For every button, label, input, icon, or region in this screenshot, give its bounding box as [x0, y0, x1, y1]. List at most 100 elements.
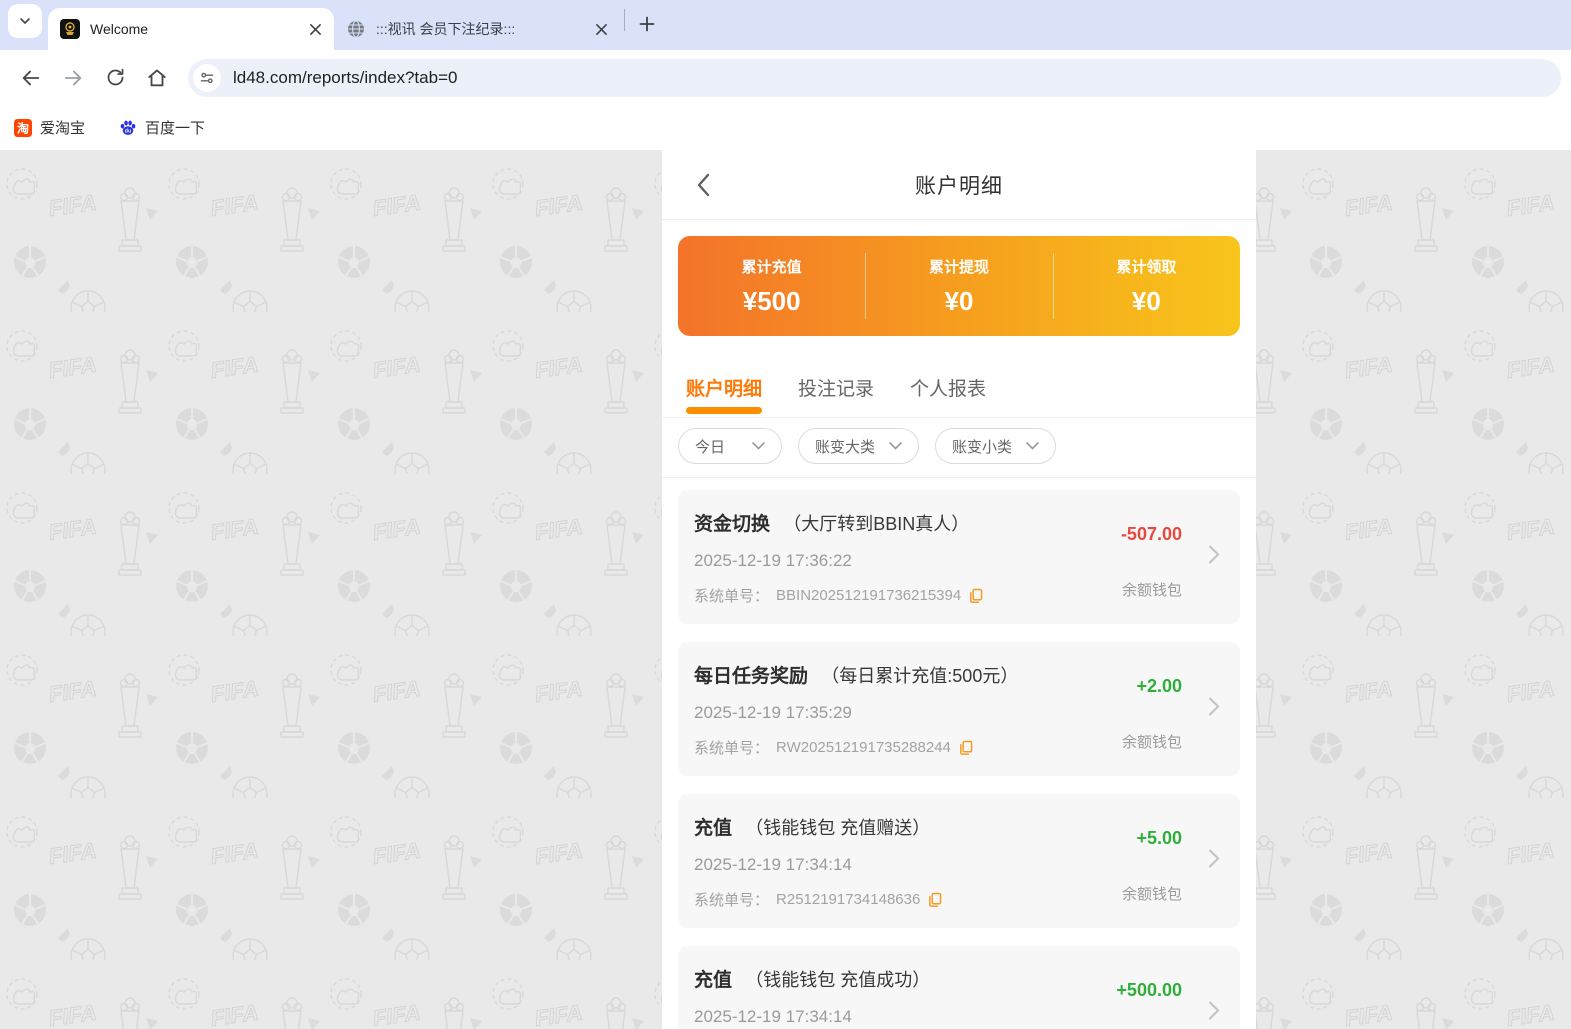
forward-button[interactable] [52, 57, 94, 99]
baidu-paw-icon: du [120, 120, 136, 135]
summary-total-deposit: 累计充值 ¥500 [678, 236, 865, 336]
transaction-order-line: 系统单号： BBIN202512191736215394 [694, 585, 1090, 606]
transaction-type: 充值 [694, 970, 733, 991]
transaction-order-line: 系统单号： R2512191734148636 [694, 889, 1090, 910]
chevron-right-icon[interactable] [1208, 697, 1220, 722]
tab-personal-report[interactable]: 个人报表 [910, 374, 986, 417]
summary-label: 累计领取 [1116, 258, 1177, 276]
copy-icon [959, 740, 973, 755]
transaction-subtitle: （钱能钱包 充值赠送） [745, 818, 931, 838]
tab-title: Welcome [90, 21, 149, 37]
order-number: BBIN202512191736215394 [776, 587, 962, 604]
bookmarks-bar: 淘 爱淘宝 du 百度一下 [0, 105, 1571, 150]
order-number: RW202512191735288244 [776, 739, 951, 756]
copy-button[interactable] [958, 740, 973, 756]
chevron-down-icon [752, 442, 765, 450]
report-tabs: 账户明细 投注记录 个人报表 [662, 352, 1256, 418]
tab-welcome[interactable]: Welcome [48, 8, 334, 50]
back-button[interactable] [10, 57, 52, 99]
tab-bet-records[interactable]: 投注记录 [798, 374, 874, 417]
page-back-button[interactable] [690, 172, 716, 198]
reload-button[interactable] [94, 57, 136, 99]
tune-icon [200, 72, 214, 83]
svg-text:淘: 淘 [17, 120, 29, 135]
home-button[interactable] [136, 57, 178, 99]
new-tab-button[interactable] [633, 10, 661, 38]
transaction-order-line: 系统单号： RW202512191735288244 [694, 737, 1090, 758]
order-label: 系统单号： [694, 892, 770, 909]
tab-title: :::视讯 会员下注纪录::: [376, 21, 516, 37]
chevron-right-icon[interactable] [1208, 545, 1220, 570]
tab-close-icon[interactable] [306, 20, 324, 38]
filter-date-select[interactable]: 今日 [678, 428, 782, 464]
copy-icon [970, 588, 983, 603]
transaction-datetime: 2025-12-19 17:34:14 [694, 1007, 852, 1026]
svg-text:du: du [125, 128, 131, 134]
transaction-amount: +5.00 [1136, 828, 1182, 848]
summary-label: 累计提现 [928, 258, 989, 276]
transaction-row[interactable]: 充值 （钱能钱包 充值赠送） 2025-12-19 17:34:14 系统单号：… [678, 794, 1240, 928]
order-number: R2512191734148636 [776, 891, 921, 908]
filters-row: 今日 账变大类 账变小类 [662, 418, 1256, 478]
transaction-title: 每日任务奖励 （每日累计充值:500元） [694, 661, 1090, 688]
copy-icon [929, 892, 942, 907]
chevron-right-icon[interactable] [1208, 849, 1220, 874]
transaction-row[interactable]: 充值 （钱能钱包 充值成功） 2025-12-19 17:34:14 系统单号：… [678, 946, 1240, 1029]
tab-separator [624, 9, 625, 31]
transaction-subtitle: （大厅转到BBIN真人） [783, 514, 970, 534]
transaction-wallet: 余额钱包 [1121, 734, 1182, 751]
transaction-datetime: 2025-12-19 17:34:14 [694, 855, 852, 874]
account-detail-panel: 账户明细 累计充值 ¥500 累计提现 ¥0 累计领取 ¥0 账户明细 投注记录… [662, 150, 1256, 1029]
url-text[interactable]: ld48.com/reports/index?tab=0 [233, 68, 457, 88]
transaction-amount: +2.00 [1136, 676, 1182, 696]
bookmark-aitaobao[interactable]: 淘 爱淘宝 [14, 117, 85, 138]
transaction-title: 充值 （钱能钱包 充值赠送） [694, 813, 1090, 840]
transaction-amount: -507.00 [1120, 524, 1182, 544]
transaction-title: 资金切换 （大厅转到BBIN真人） [694, 509, 1090, 536]
chevron-down-icon [1026, 442, 1039, 450]
address-bar[interactable]: ld48.com/reports/index?tab=0 [188, 58, 1561, 97]
browser-tab-strip: Welcome :::视讯 会员下注纪录::: [0, 0, 1571, 50]
transaction-datetime: 2025-12-19 17:36:22 [694, 551, 852, 570]
forward-arrow-icon [64, 70, 82, 85]
bookmark-baidu[interactable]: du 百度一下 [119, 117, 205, 138]
filter-major-category-select[interactable]: 账变大类 [798, 428, 920, 464]
summary-value: ¥0 [1131, 285, 1161, 316]
copy-button[interactable] [927, 892, 942, 908]
globe-icon [348, 20, 364, 38]
transaction-subtitle: （钱能钱包 充值成功） [745, 970, 931, 990]
transaction-list: 资金切换 （大厅转到BBIN真人） 2025-12-19 17:36:22 系统… [662, 478, 1256, 1029]
reload-icon [107, 68, 123, 86]
order-label: 系统单号： [694, 740, 770, 757]
taobao-icon: 淘 [14, 118, 32, 137]
filter-label: 账变大类 [815, 438, 876, 456]
tab-search-button[interactable] [8, 4, 42, 38]
plus-icon [639, 16, 655, 32]
page-content: FIFA [0, 150, 1571, 1029]
transaction-amount: +500.00 [1116, 980, 1182, 1000]
chevron-right-icon[interactable] [1208, 1001, 1220, 1026]
summary-label: 累计充值 [741, 258, 802, 276]
tab-account-detail[interactable]: 账户明细 [686, 374, 763, 417]
tab-video-records[interactable]: :::视讯 会员下注纪录::: [334, 8, 620, 50]
transaction-subtitle: （每日累计充值:500元） [821, 666, 1019, 686]
transaction-row[interactable]: 资金切换 （大厅转到BBIN真人） 2025-12-19 17:36:22 系统… [678, 490, 1240, 624]
site-settings-button[interactable] [193, 63, 221, 92]
transaction-datetime: 2025-12-19 17:35:29 [694, 703, 852, 722]
transaction-row[interactable]: 每日任务奖励 （每日累计充值:500元） 2025-12-19 17:35:29… [678, 642, 1240, 776]
summary-value: ¥500 [742, 285, 801, 316]
site-favicon [60, 19, 80, 39]
bookmark-label: 百度一下 [145, 120, 206, 137]
filter-label: 账变小类 [952, 438, 1013, 456]
summary-value: ¥0 [944, 285, 974, 316]
filter-label: 今日 [695, 438, 726, 456]
home-icon [148, 69, 166, 86]
chevron-down-icon [889, 442, 902, 450]
transaction-type: 资金切换 [694, 514, 771, 535]
filter-minor-category-select[interactable]: 账变小类 [935, 428, 1057, 464]
order-label: 系统单号： [694, 588, 770, 605]
bookmark-label: 爱淘宝 [40, 120, 86, 137]
copy-button[interactable] [968, 588, 983, 604]
transaction-wallet: 余额钱包 [1121, 582, 1182, 599]
tab-close-icon[interactable] [592, 20, 610, 38]
